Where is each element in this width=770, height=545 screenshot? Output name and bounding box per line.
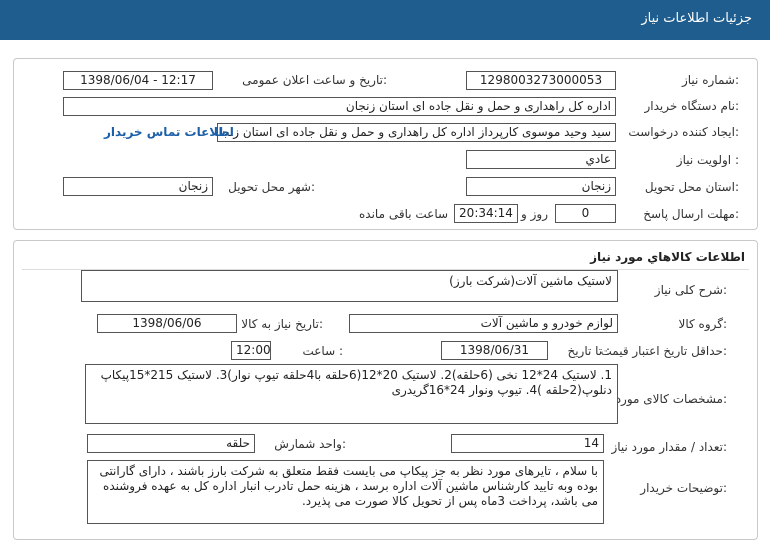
buyer-contact-link[interactable]: اطلاعات تماس خریدار	[104, 125, 234, 139]
qty-label: تعداد / مقدار مورد نیاز:	[611, 440, 727, 454]
group-label: گروه کالا:	[678, 317, 728, 331]
title-bar: جزئيات اطلاعات نياز	[0, 0, 770, 40]
goods-section-title: اطلاعات کالاهاي مورد نياز	[590, 250, 745, 264]
unit-field: حلقه	[87, 434, 255, 453]
announce-label: تاریخ و ساعت اعلان عمومی:	[242, 73, 387, 87]
hour-label: ساعت :	[302, 344, 343, 358]
qty-field: 14	[451, 434, 604, 453]
summary-field: لاستیک ماشین آلات(شرکت بارز)	[81, 270, 618, 302]
city-field: زنجان	[63, 177, 213, 196]
until-label: تا تاریخ :	[567, 344, 610, 358]
group-field: لوازم خودرو و ماشین آلات	[349, 314, 618, 333]
creator-label: ایجاد کننده درخواست:	[628, 125, 739, 139]
need-date-label: تاریخ نیاز به کالا:	[241, 317, 323, 331]
province-field: زنجان	[466, 177, 616, 196]
days-label: روز و	[521, 207, 548, 221]
specs-field: 1. لاستیک 24*12 نخی (6حلقه)2. لاستیک 20*…	[85, 364, 618, 424]
priority-field: عادي	[466, 150, 616, 169]
buyer-label: نام دستگاه خریدار:	[644, 99, 740, 113]
remaining-time-field: 20:34:14	[454, 204, 518, 223]
notes-field: با سلام ، تایرهای مورد نظر به جز پیکاپ م…	[87, 460, 604, 524]
city-label: شهر محل تحویل:	[228, 180, 315, 194]
notes-label: توضیحات خریدار:	[640, 481, 727, 495]
validity-label: حداقل تاریخ اعتبار قیمت:	[600, 344, 727, 358]
province-label: استان محل تحویل:	[644, 180, 739, 194]
need-number-label: شماره نیاز:	[681, 73, 739, 87]
unit-label: واحد شمارش:	[274, 437, 346, 451]
hour-field: 12:00	[231, 341, 271, 360]
remaining-label: ساعت باقی مانده	[359, 207, 449, 221]
creator-field: سید وحید موسوی کارپرداز اداره کل راهداری…	[217, 123, 616, 142]
window-title: جزئيات اطلاعات نياز	[641, 11, 752, 26]
need-number-field: 1298003273000053	[466, 71, 616, 90]
days-field: 0	[555, 204, 616, 223]
deadline-label: مهلت ارسال پاسخ:	[643, 207, 739, 221]
need-date-field: 1398/06/06	[97, 314, 237, 333]
validity-date-field: 1398/06/31	[441, 341, 548, 360]
goods-info-panel: اطلاعات کالاهاي مورد نياز شرح کلی نیاز: …	[13, 240, 758, 540]
announce-field: 1398/06/04 - 12:17	[63, 71, 213, 90]
buyer-field: اداره کل راهداری و حمل و نقل جاده ای است…	[63, 97, 616, 116]
summary-label: شرح کلی نیاز:	[654, 283, 727, 297]
need-info-panel: شماره نیاز: 1298003273000053 تاریخ و ساع…	[13, 58, 758, 230]
priority-label: اولویت نیاز :	[676, 153, 739, 167]
